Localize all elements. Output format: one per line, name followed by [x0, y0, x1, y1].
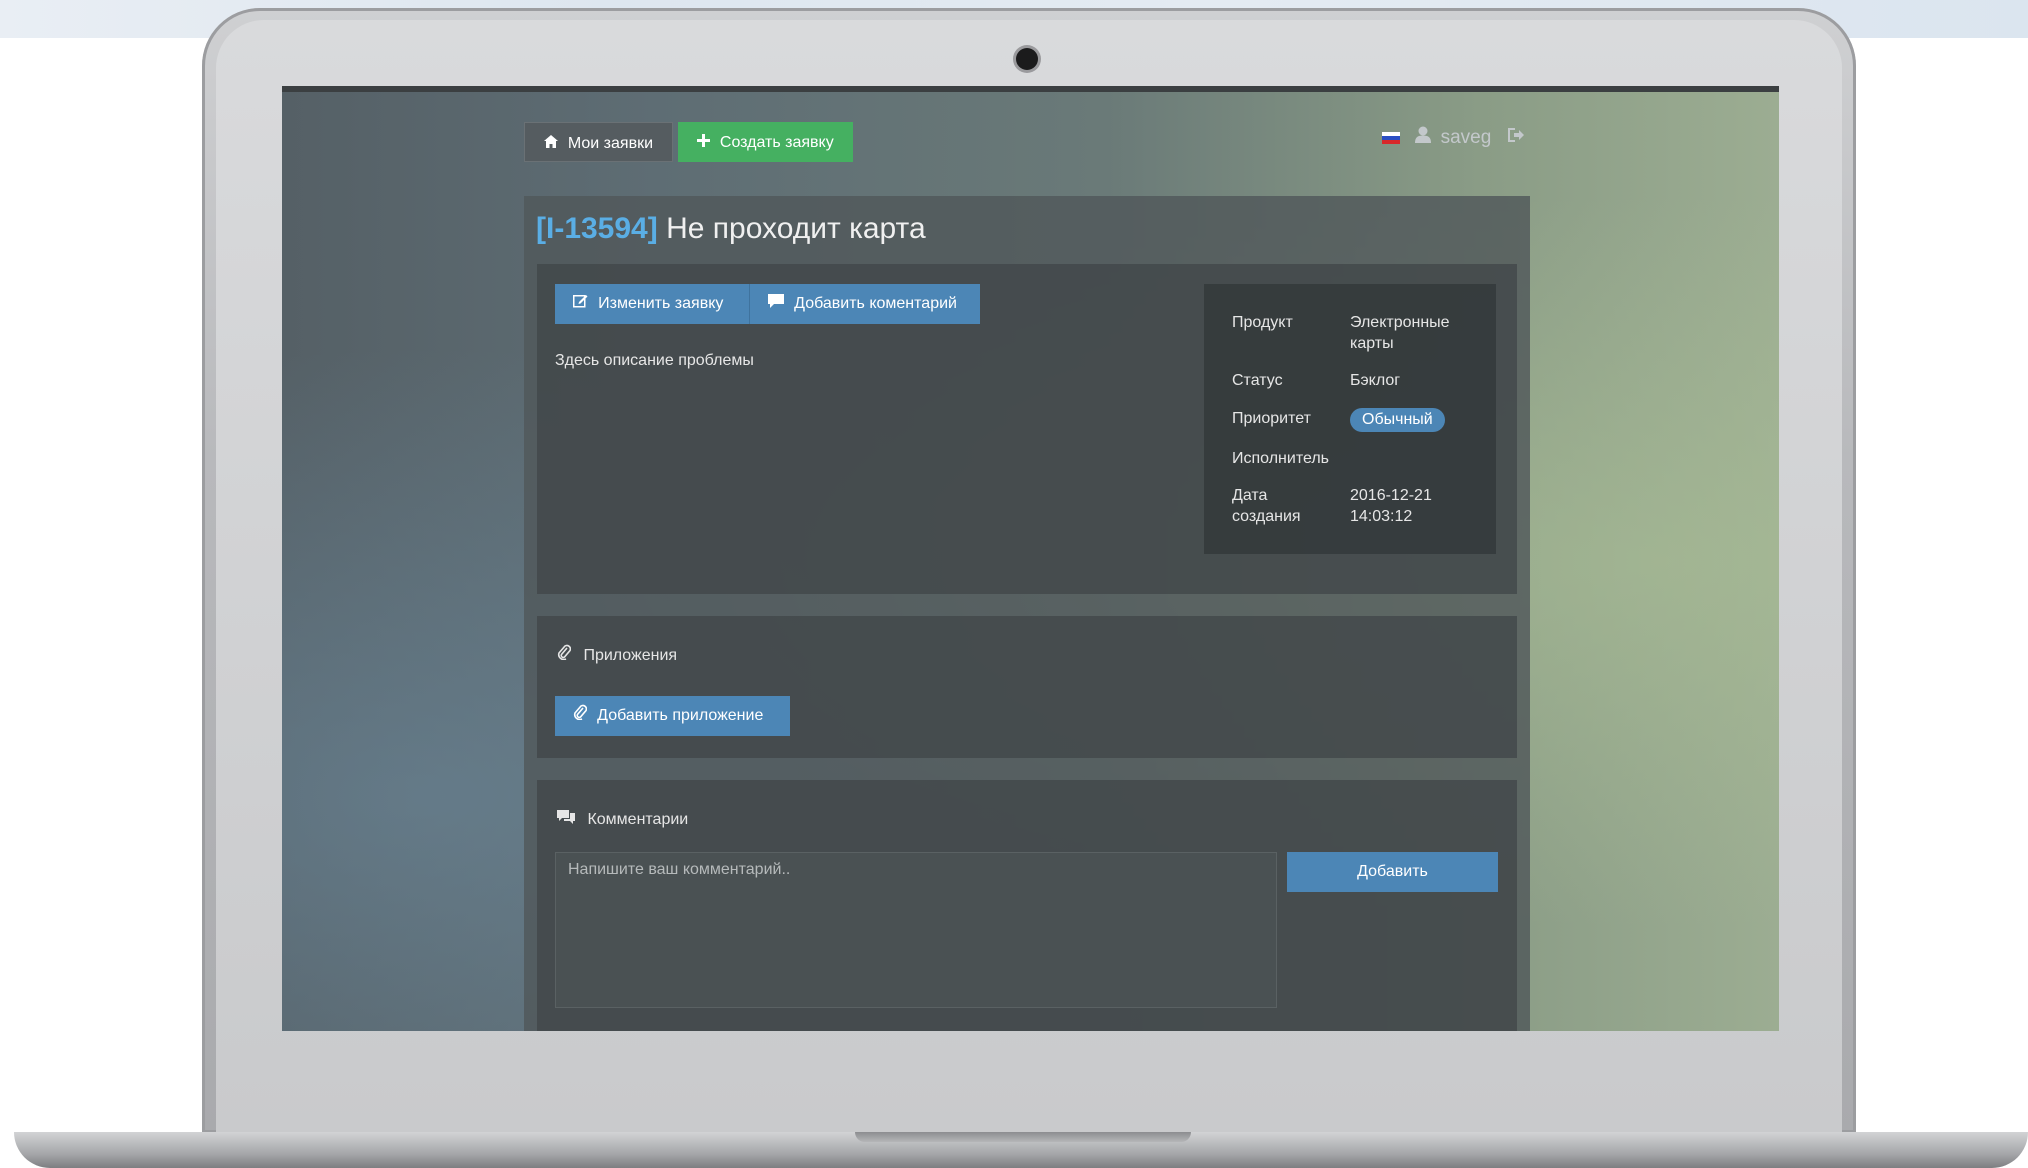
plus-icon — [697, 134, 714, 150]
create-request-label: Создать заявку — [719, 134, 834, 151]
edit-icon — [573, 295, 592, 312]
priority-badge: Обычный — [1350, 408, 1445, 432]
ticket-details-panel: Изменить заявку Добавить коментарий Здес… — [537, 264, 1517, 594]
prop-product-value: Электронные карты — [1350, 314, 1450, 352]
add-comment-button[interactable]: Добавить коментарий — [749, 284, 980, 324]
prop-status-label: Статус — [1232, 372, 1283, 389]
screen: Мои заявки Создать заявку saveg [I-13594… — [282, 86, 1779, 1031]
user-icon — [1415, 126, 1432, 149]
flag-ru-icon[interactable] — [1382, 131, 1400, 144]
comments-heading: Комментарии — [557, 810, 688, 829]
add-attachment-button[interactable]: Добавить приложение — [555, 696, 790, 736]
comments-icon — [557, 810, 579, 828]
my-requests-label: Мои заявки — [567, 135, 654, 152]
ticket-properties: Продукт Электронные карты Статус Бэклог … — [1204, 284, 1496, 554]
comments-heading-label: Комментарии — [587, 811, 689, 828]
add-comment-label: Добавить коментарий — [794, 295, 957, 312]
ticket-description: Здесь описание проблемы — [555, 352, 754, 369]
prop-created-label: Дата создания — [1232, 487, 1301, 525]
attachments-panel: Приложения Добавить приложение — [537, 616, 1517, 758]
prop-created-value: 2016-12-21 14:03:12 — [1350, 487, 1432, 525]
my-requests-button[interactable]: Мои заявки — [524, 122, 674, 162]
edit-request-button[interactable]: Изменить заявку — [555, 284, 749, 324]
username[interactable]: saveg — [1441, 127, 1492, 148]
paperclip-icon — [557, 644, 575, 664]
comment-input[interactable] — [555, 852, 1277, 1008]
prop-assignee-label: Исполнитель — [1232, 450, 1330, 467]
comment-icon — [768, 294, 788, 312]
add-attachment-label: Добавить приложение — [597, 707, 764, 724]
ticket-card: [I-13594] Не проходит карта Изменить зая… — [524, 196, 1530, 1031]
camera-icon — [1016, 48, 1038, 70]
ticket-title: Не проходит карта — [666, 212, 926, 245]
laptop-hinge-notch — [855, 1132, 1191, 1142]
paperclip-icon — [573, 704, 591, 724]
user-bar: saveg — [1382, 126, 1525, 152]
logout-icon[interactable] — [1507, 127, 1525, 149]
prop-priority-label: Приоритет — [1232, 410, 1311, 427]
edit-request-label: Изменить заявку — [598, 295, 724, 312]
home-icon — [544, 135, 562, 151]
create-request-button[interactable]: Создать заявку — [678, 122, 853, 162]
prop-product-label: Продукт — [1232, 314, 1293, 331]
prop-priority-value-wrap: Обычный — [1350, 408, 1490, 432]
attachments-heading: Приложения — [557, 644, 677, 665]
prop-status-value: Бэклог — [1350, 372, 1401, 389]
attachments-heading-label: Приложения — [583, 647, 678, 664]
page-title: [I-13594] Не проходит карта — [536, 212, 926, 246]
submit-comment-button[interactable]: Добавить — [1287, 852, 1498, 892]
ticket-id: [I-13594] — [536, 212, 658, 245]
comments-panel: Комментарии Добавить — [537, 780, 1517, 1031]
